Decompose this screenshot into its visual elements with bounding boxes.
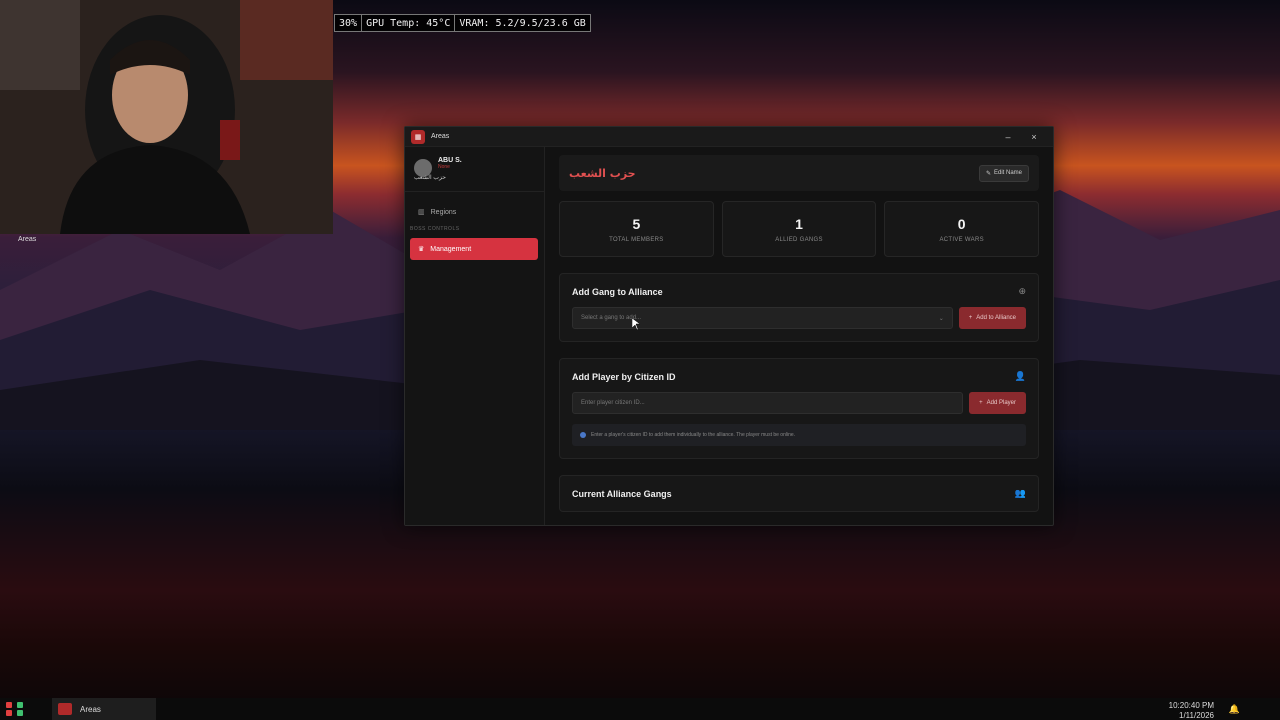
- system-clock[interactable]: 10:20:40 PM 1/11/2026: [1169, 701, 1214, 720]
- panel-title: Current Alliance Gangs: [572, 488, 672, 499]
- webcam-caption: Areas: [18, 236, 37, 243]
- app-icon: ▦: [411, 129, 425, 144]
- stats-row: 5 TOTAL MEMBERS 1 ALLIED GANGS 0 ACTIVE …: [559, 201, 1040, 257]
- crown-icon: ♛: [418, 246, 425, 253]
- gpu-temp: GPU Temp: 45°C: [362, 15, 456, 31]
- add-player-label: Add Player: [986, 400, 1016, 406]
- panel-title: Add Gang to Alliance: [572, 286, 663, 297]
- info-text: Enter a player's citizen ID to add them …: [591, 432, 796, 438]
- user-name: ABU S.: [438, 157, 462, 164]
- main-content: حزب الشعب ✎ Edit Name 5 TOTAL MEMBERS 1 …: [545, 147, 1053, 525]
- taskbar-app-label: Areas: [80, 704, 101, 714]
- close-button[interactable]: ×: [1021, 132, 1047, 142]
- current-gangs-panel: Current Alliance Gangs 👥: [559, 475, 1039, 512]
- sidebar-item-label: Management: [430, 245, 472, 253]
- user-role: None: [438, 164, 450, 170]
- chevron-down-icon: ⌄: [938, 315, 944, 322]
- sidebar-item-label: Regions: [430, 208, 457, 216]
- app-icon: [58, 703, 72, 715]
- add-gang-panel: Add Gang to Alliance ⊕ Select a gang to …: [559, 273, 1039, 342]
- plus-icon: +: [968, 315, 973, 321]
- gang-select[interactable]: Select a gang to add... ⌄: [572, 307, 953, 329]
- title-bar[interactable]: ▦ Areas – ×: [405, 127, 1053, 147]
- stat-value: 1: [795, 215, 803, 232]
- cpu-usage: 30%: [335, 15, 363, 31]
- taskbar-app-areas[interactable]: Areas: [52, 698, 156, 720]
- gang-name: حزب الشعب: [569, 166, 636, 180]
- window-title: Areas: [431, 133, 450, 140]
- stat-label: ALLIED GANGS: [775, 236, 823, 243]
- section-label-boss-controls: BOSS CONTROLS: [410, 226, 460, 232]
- vram-usage: VRAM: 5.2/9.5/23.6 GB: [459, 18, 586, 29]
- map-icon: ▥: [418, 209, 425, 216]
- users-icon: 👥: [1014, 488, 1026, 498]
- user-plus-icon: 👤: [1014, 371, 1026, 381]
- user-profile: ABU S. None حزب الشعب: [405, 157, 544, 192]
- add-player-panel: Add Player by Citizen ID 👤 Enter player …: [559, 358, 1039, 459]
- stat-value: 0: [957, 215, 966, 232]
- stat-label: TOTAL MEMBERS: [609, 236, 664, 243]
- webcam-feed: [0, 0, 333, 234]
- gang-header: حزب الشعب ✎ Edit Name: [559, 155, 1039, 191]
- sidebar-item-management[interactable]: ♛ Management: [410, 238, 538, 260]
- edit-name-button[interactable]: ✎ Edit Name: [978, 164, 1029, 182]
- performance-overlay: 30% GPU Temp: 45°C VRAM: 5.2/9.5/23.6 GB: [334, 14, 591, 32]
- add-circle-icon: ⊕: [1018, 286, 1026, 296]
- citizen-id-input[interactable]: Enter player citizen ID...: [572, 392, 964, 414]
- edit-name-label: Edit Name: [993, 170, 1022, 176]
- edit-icon: ✎: [985, 170, 991, 177]
- stat-allied-gangs: 1 ALLIED GANGS: [721, 201, 877, 257]
- add-player-button[interactable]: + Add Player: [969, 392, 1026, 414]
- info-icon: [580, 432, 586, 438]
- info-note: Enter a player's citizen ID to add them …: [572, 424, 1026, 446]
- add-to-alliance-label: Add to Alliance: [976, 315, 1016, 321]
- stat-label: ACTIVE WARS: [939, 236, 984, 243]
- mouse-cursor-icon: [632, 318, 640, 330]
- clock-time: 10:20:40 PM: [1168, 701, 1214, 710]
- areas-window: ▦ Areas – × ABU S. None حزب الشعب ▥ Regi…: [404, 126, 1054, 526]
- user-plus-icon: +: [979, 400, 983, 406]
- notification-bell-icon[interactable]: 🔔: [1229, 704, 1240, 715]
- sidebar: ABU S. None حزب الشعب ▥ Regions BOSS CON…: [405, 147, 545, 525]
- sidebar-item-regions[interactable]: ▥ Regions: [410, 202, 539, 222]
- stat-active-wars: 0 ACTIVE WARS: [884, 201, 1040, 257]
- clock-date: 1/11/2026: [1179, 711, 1214, 720]
- start-button[interactable]: [6, 702, 26, 716]
- minimize-button[interactable]: –: [995, 132, 1021, 142]
- taskbar: Areas 10:20:40 PM 1/11/2026 🔔: [0, 698, 1280, 720]
- stat-total-members: 5 TOTAL MEMBERS: [559, 201, 714, 257]
- add-to-alliance-button[interactable]: + Add to Alliance: [958, 307, 1026, 329]
- panel-title: Add Player by Citizen ID: [572, 371, 676, 382]
- citizen-id-placeholder: Enter player citizen ID...: [581, 400, 645, 406]
- stat-value: 5: [632, 215, 641, 232]
- user-gang: حزب الشعب: [414, 175, 446, 181]
